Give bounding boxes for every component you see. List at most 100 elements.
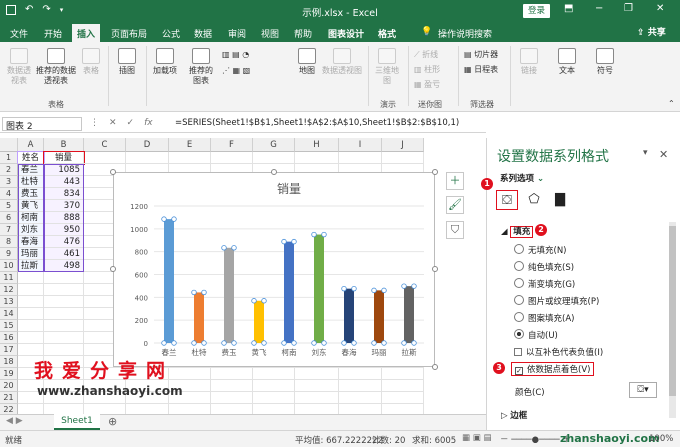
- recommended-pivot-button[interactable]: 推荐的数据透视表: [36, 48, 76, 86]
- slicer-button[interactable]: ▤ 切片器: [464, 49, 498, 60]
- row-header-18[interactable]: 18: [0, 356, 18, 368]
- chart[interactable]: 销量 0 200 400 600 800 1000 1200 春兰 杜特 费玉 黄飞 柯南 刘东 春海 玛丽拉…: [113, 172, 435, 367]
- minimize-button[interactable]: −: [595, 3, 603, 14]
- tab-format[interactable]: 格式: [378, 27, 396, 40]
- cell[interactable]: [169, 368, 211, 380]
- column-header-a[interactable]: A: [18, 138, 44, 152]
- cell[interactable]: [44, 272, 84, 284]
- row-header-5[interactable]: 5: [0, 200, 18, 212]
- cell[interactable]: [339, 404, 382, 414]
- pane-scrollbar[interactable]: [669, 222, 676, 418]
- cell[interactable]: [44, 296, 84, 308]
- chart-styles-button[interactable]: 🖌: [446, 196, 464, 214]
- cell[interactable]: 春海: [18, 236, 44, 248]
- cell[interactable]: [253, 404, 295, 414]
- restore-button[interactable]: ❐: [624, 3, 633, 14]
- pane-options-chevron-icon[interactable]: ▾: [643, 148, 648, 158]
- cell[interactable]: 春兰: [18, 164, 44, 176]
- cell[interactable]: [18, 284, 44, 296]
- row-header-15[interactable]: 15: [0, 320, 18, 332]
- cell[interactable]: [339, 368, 382, 380]
- cell[interactable]: 443: [44, 176, 84, 188]
- tab-data[interactable]: 数据: [194, 27, 212, 40]
- column-header-i[interactable]: I: [339, 138, 382, 152]
- invert-negative-checkbox[interactable]: 以互补色代表负值(I): [514, 346, 603, 358]
- cell[interactable]: [382, 380, 424, 392]
- row-header-12[interactable]: 12: [0, 284, 18, 296]
- chart-handle-tm[interactable]: [271, 169, 277, 175]
- cell[interactable]: 玛丽: [18, 248, 44, 260]
- chart-handle-tl[interactable]: [110, 169, 116, 175]
- cell[interactable]: [18, 344, 44, 356]
- timeline-button[interactable]: ▦ 日程表: [464, 64, 498, 75]
- fill-line-tab[interactable]: ⛋: [496, 190, 518, 210]
- share-button[interactable]: ⇪ 共享: [637, 25, 666, 38]
- cell[interactable]: 1085: [44, 164, 84, 176]
- maps-button[interactable]: 地图: [294, 48, 320, 76]
- column-header-g[interactable]: G: [253, 138, 295, 152]
- sparkline-winloss-button[interactable]: ▦ 盈亏: [414, 79, 440, 90]
- cell[interactable]: [382, 152, 424, 164]
- cell[interactable]: [339, 380, 382, 392]
- cell[interactable]: 834: [44, 188, 84, 200]
- row-header-22[interactable]: 22: [0, 404, 18, 414]
- row-header-13[interactable]: 13: [0, 296, 18, 308]
- tab-file[interactable]: 文件: [10, 27, 28, 40]
- column-header-e[interactable]: E: [169, 138, 211, 152]
- cell[interactable]: 姓名: [17, 151, 45, 165]
- radio-automatic-fill[interactable]: 自动(U): [514, 329, 558, 341]
- cell[interactable]: 杜特: [18, 176, 44, 188]
- radio-pattern-fill[interactable]: 图案填充(A): [514, 312, 574, 324]
- fx-icon[interactable]: fx: [144, 118, 153, 128]
- cell[interactable]: [211, 392, 253, 404]
- text-button[interactable]: 文本: [554, 48, 580, 76]
- column-header-f[interactable]: F: [211, 138, 253, 152]
- cell[interactable]: [382, 368, 424, 380]
- radio-picture-fill[interactable]: 图片或纹理填充(P): [514, 295, 599, 307]
- radio-no-fill[interactable]: 无填充(N): [514, 244, 567, 256]
- column-header-h[interactable]: H: [295, 138, 339, 152]
- cell[interactable]: [18, 272, 44, 284]
- cell[interactable]: 476: [44, 236, 84, 248]
- row-header-3[interactable]: 3: [0, 176, 18, 188]
- chart-elements-button[interactable]: ＋: [446, 172, 464, 190]
- ribbon-display-icon[interactable]: ⬒: [564, 3, 573, 14]
- cell[interactable]: [253, 368, 295, 380]
- cell[interactable]: [211, 380, 253, 392]
- cell[interactable]: [44, 404, 84, 414]
- row-header-2[interactable]: 2: [0, 164, 18, 176]
- cell[interactable]: [18, 320, 44, 332]
- pivot-table-button[interactable]: 数据透视表: [4, 48, 34, 86]
- column-header-d[interactable]: D: [126, 138, 169, 152]
- cell[interactable]: 950: [44, 224, 84, 236]
- cell[interactable]: [382, 404, 424, 414]
- row-header-14[interactable]: 14: [0, 308, 18, 320]
- row-header-21[interactable]: 21: [0, 392, 18, 404]
- pane-close-button[interactable]: ✕: [659, 148, 668, 161]
- cell[interactable]: [253, 380, 295, 392]
- column-header-c[interactable]: C: [84, 138, 126, 152]
- series-options-dropdown[interactable]: 系列选项 ⌄: [500, 172, 544, 184]
- color-picker-button[interactable]: ⛋▾: [629, 382, 657, 398]
- cell[interactable]: 461: [44, 248, 84, 260]
- cell[interactable]: [382, 392, 424, 404]
- cell[interactable]: [169, 404, 211, 414]
- sheet-tab-sheet1[interactable]: Sheet1: [54, 414, 100, 430]
- chart-types-gallery-2[interactable]: ⋰ ▦ ▧: [222, 66, 250, 75]
- tab-insert[interactable]: 插入: [72, 24, 101, 42]
- cell[interactable]: [44, 344, 84, 356]
- row-header-10[interactable]: 10: [0, 260, 18, 272]
- cell[interactable]: [339, 152, 382, 164]
- cell[interactable]: 费玉: [18, 188, 44, 200]
- cell[interactable]: [253, 152, 295, 164]
- name-box[interactable]: 图表 2: [2, 117, 82, 132]
- login-button[interactable]: 登录: [523, 4, 550, 18]
- cell[interactable]: [44, 308, 84, 320]
- select-all-corner[interactable]: [0, 138, 18, 152]
- formula-input[interactable]: =SERIES(Sheet1!$B$1,Sheet1!$A$2:$A$10,Sh…: [175, 118, 459, 128]
- tab-formulas[interactable]: 公式: [162, 27, 180, 40]
- effects-tab[interactable]: ⬠: [523, 190, 545, 210]
- illustrations-button[interactable]: 插图: [112, 48, 142, 76]
- chart-filters-button[interactable]: ⛉: [446, 221, 464, 239]
- sparkline-line-button[interactable]: ⟋ 折线: [414, 49, 438, 60]
